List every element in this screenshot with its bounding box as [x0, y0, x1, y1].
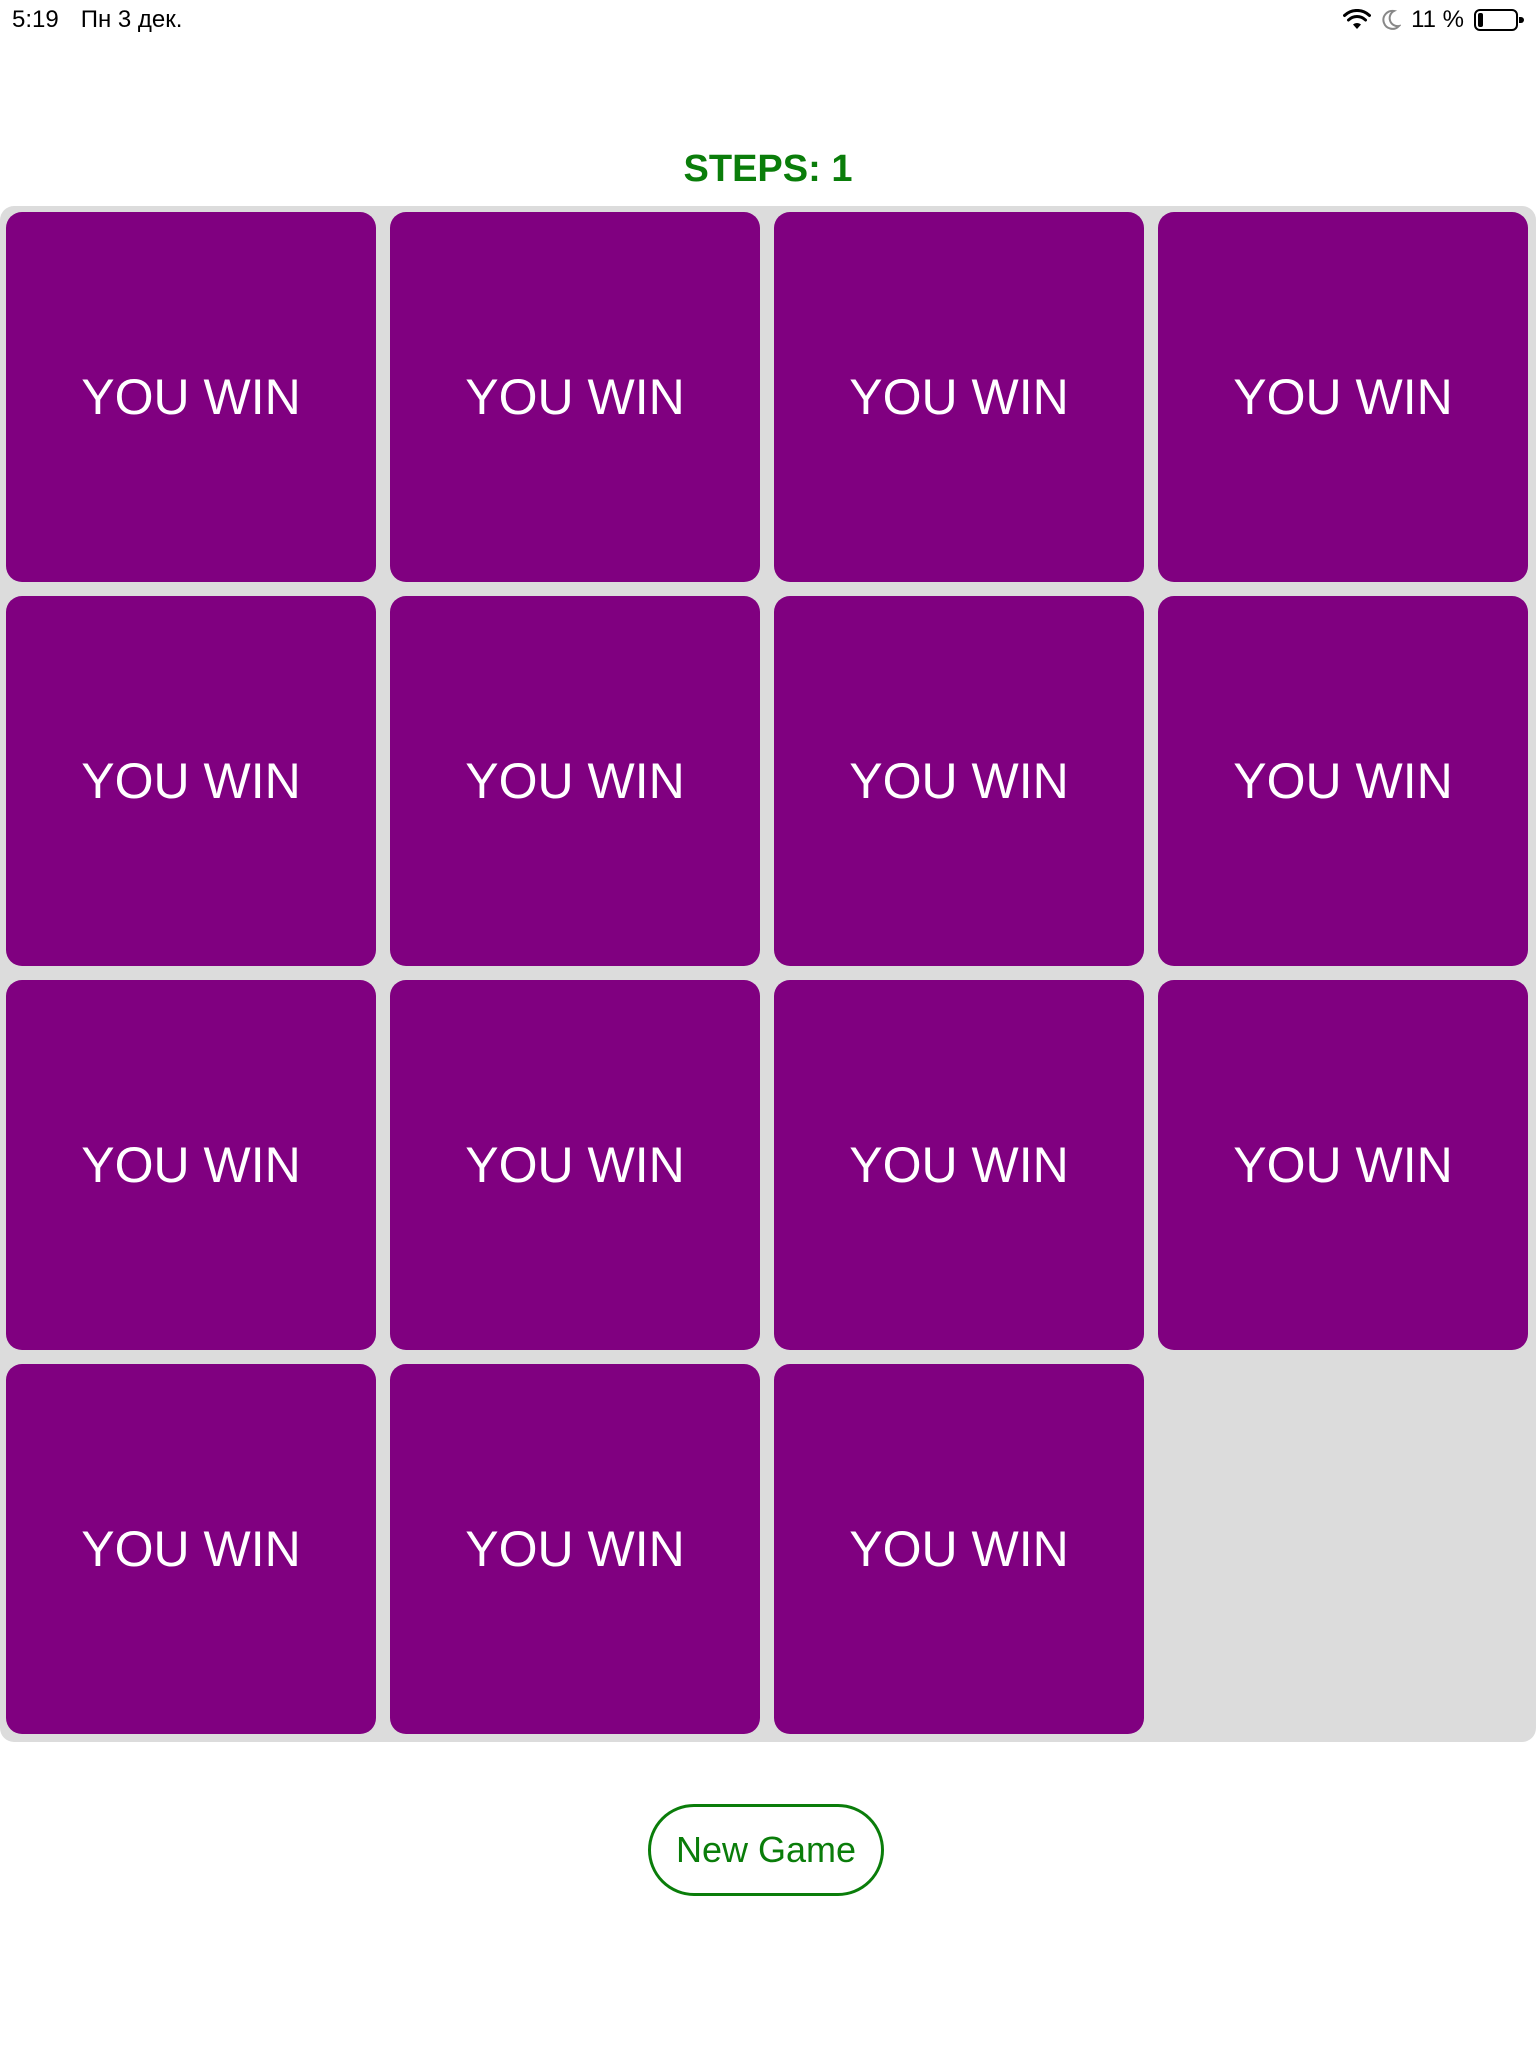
status-time: 5:19: [12, 6, 59, 33]
wifi-icon: [1343, 9, 1372, 31]
tile[interactable]: YOU WIN: [6, 1364, 376, 1734]
status-left: 5:19 Пн 3 дек.: [12, 6, 182, 34]
status-date: Пн 3 дек.: [80, 6, 183, 33]
tile[interactable]: YOU WIN: [6, 980, 376, 1350]
new-game-button[interactable]: New Game: [648, 1804, 884, 1896]
tile[interactable]: YOU WIN: [390, 596, 760, 966]
tile[interactable]: YOU WIN: [6, 596, 376, 966]
battery-percent: 11 %: [1411, 6, 1464, 33]
tile[interactable]: YOU WIN: [390, 1364, 760, 1734]
tile[interactable]: YOU WIN: [6, 212, 376, 582]
status-right: 11 %: [1343, 6, 1524, 34]
tile[interactable]: YOU WIN: [774, 596, 1144, 966]
tile[interactable]: YOU WIN: [390, 980, 760, 1350]
status-bar: 5:19 Пн 3 дек. 11 %: [0, 0, 1536, 40]
battery-icon: [1474, 8, 1524, 32]
tile[interactable]: YOU WIN: [774, 1364, 1144, 1734]
tile[interactable]: YOU WIN: [1158, 980, 1528, 1350]
tile[interactable]: YOU WIN: [774, 212, 1144, 582]
puzzle-board: YOU WIN YOU WIN YOU WIN YOU WIN YOU WIN …: [0, 206, 1536, 1742]
tile[interactable]: YOU WIN: [1158, 596, 1528, 966]
tile[interactable]: YOU WIN: [774, 980, 1144, 1350]
tile[interactable]: YOU WIN: [390, 212, 760, 582]
moon-icon: [1381, 9, 1402, 31]
tile[interactable]: YOU WIN: [1158, 212, 1528, 582]
steps-counter: STEPS: 1: [683, 148, 853, 190]
